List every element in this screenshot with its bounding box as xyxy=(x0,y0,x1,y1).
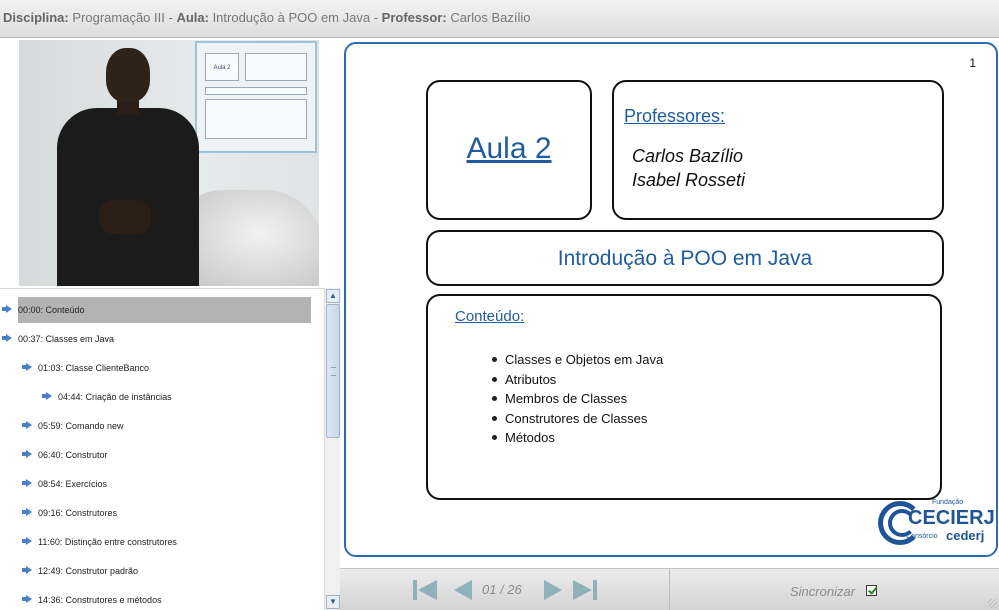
chapter-item[interactable]: 01:03: Classe ClienteBanco xyxy=(22,355,150,381)
conteudo-label: Conteúdo: xyxy=(455,308,525,325)
last-slide-icon[interactable] xyxy=(572,579,598,601)
logo-consorcio-text: Consórcio xyxy=(906,533,938,540)
projected-box xyxy=(205,99,307,139)
aula-value: Introdução à POO em Java xyxy=(212,10,371,25)
video-presenter-hands xyxy=(99,200,151,234)
chapter-list: 00:00: Conteúdo 00:37: Classes em Java 0… xyxy=(0,288,340,610)
chapter-item[interactable]: 00:00: Conteúdo xyxy=(2,297,311,323)
header-separator: - xyxy=(370,10,382,25)
projected-box xyxy=(245,53,307,81)
chapter-item[interactable]: 12:49: Construtor padrão xyxy=(22,558,139,584)
disciplina-label: Disciplina: xyxy=(3,10,69,25)
scrollbar-thumb[interactable] xyxy=(326,304,340,438)
chapter-item[interactable]: 05:59: Comando new xyxy=(22,413,124,439)
arrow-right-icon xyxy=(22,566,32,574)
arrow-right-icon xyxy=(22,450,32,458)
arrow-right-icon xyxy=(22,421,32,429)
professores-box: Professores: Carlos Bazílio Isabel Rosse… xyxy=(612,80,944,220)
arrow-right-icon xyxy=(22,363,32,371)
professor-value: Carlos Bazílio xyxy=(450,10,531,25)
conteudo-item: Métodos xyxy=(492,428,663,448)
chapter-item[interactable]: 08:54: Exercícios xyxy=(22,471,108,497)
video-presenter-body xyxy=(57,108,199,286)
chapter-label: 09:16: Construtores xyxy=(38,508,118,518)
slide-controls: 01 / 26 Sincronizar xyxy=(340,568,999,610)
scroll-down-arrow-icon[interactable]: ▼ xyxy=(326,595,340,609)
video-presenter-head xyxy=(106,48,150,102)
scroll-up-arrow-icon[interactable]: ▲ xyxy=(326,289,340,303)
aula-title: Aula 2 xyxy=(466,132,552,165)
slide-viewer: 1 Aula 2 Professores: Carlos Bazílio Isa… xyxy=(340,38,999,568)
conteudo-item: Classes e Objetos em Java xyxy=(492,350,663,370)
controls-divider xyxy=(669,569,670,610)
projected-aula-box: Aula 2 xyxy=(205,53,239,81)
chapter-item[interactable]: 04:44: Criação de instâncias xyxy=(42,384,172,410)
conteudo-list: Classes e Objetos em Java Atributos Memb… xyxy=(492,350,663,448)
aula-box: Aula 2 xyxy=(426,80,592,220)
sync-label: Sincronizar xyxy=(790,584,856,599)
chapter-label: 00:00: Conteúdo xyxy=(18,305,85,315)
arrow-right-icon xyxy=(22,508,32,516)
video-player[interactable]: Aula 2 xyxy=(19,40,319,286)
professores-label: Professores: xyxy=(624,106,726,126)
bullet-icon xyxy=(492,396,497,402)
bullet-icon xyxy=(492,376,497,382)
bullet-icon xyxy=(492,415,497,421)
intro-box: Introdução à POO em Java xyxy=(426,230,944,286)
aula-label: Aula: xyxy=(176,10,209,25)
chapter-item[interactable]: 06:40: Construtor xyxy=(22,442,108,468)
arrow-right-icon xyxy=(22,595,32,603)
arrow-right-icon xyxy=(2,305,12,313)
bullet-icon xyxy=(492,357,497,363)
chapter-label: 00:37: Classes em Java xyxy=(18,334,115,344)
cecierj-logo: Fundação CECIERJ Consórcio cederj xyxy=(876,497,995,549)
slide: 1 Aula 2 Professores: Carlos Bazílio Isa… xyxy=(344,42,998,557)
chapter-label: 01:03: Classe ClienteBanco xyxy=(38,363,150,373)
next-slide-icon[interactable] xyxy=(540,579,566,601)
first-slide-icon[interactable] xyxy=(412,579,438,601)
conteudo-box: Conteúdo: Classes e Objetos em Java Atri… xyxy=(426,294,942,500)
chapter-item[interactable]: 00:37: Classes em Java xyxy=(2,326,115,352)
arrow-right-icon xyxy=(2,334,12,342)
professor-name: Carlos Bazílio xyxy=(632,146,744,166)
professor-label: Professor: xyxy=(381,10,447,25)
resize-grip-icon[interactable] xyxy=(988,599,997,608)
chapter-list-scrollbar[interactable]: ▲ ▼ xyxy=(324,288,340,610)
chapter-item[interactable]: 11:60: Distinção entre construtores xyxy=(22,529,177,555)
conteudo-item: Construtores de Classes xyxy=(492,409,663,429)
video-projection-screen: Aula 2 xyxy=(195,41,317,153)
chapter-label: 08:54: Exercícios xyxy=(38,479,108,489)
bullet-icon xyxy=(492,435,497,441)
header-separator: - xyxy=(164,10,177,25)
arrow-right-icon xyxy=(22,537,32,545)
slide-page-number: 1 xyxy=(969,56,976,70)
conteudo-item: Membros de Classes xyxy=(492,389,663,409)
conteudo-item: Atributos xyxy=(492,370,663,390)
previous-slide-icon[interactable] xyxy=(450,579,476,601)
arrow-right-icon xyxy=(22,479,32,487)
chapter-label: 06:40: Construtor xyxy=(38,450,108,460)
professor-name: Isabel Rosseti xyxy=(632,170,746,190)
slide-counter: 01 / 26 xyxy=(482,582,522,597)
logo-cederj-text: cederj xyxy=(946,528,985,543)
intro-title: Introdução à POO em Java xyxy=(557,247,813,270)
chapter-item[interactable]: 14:36: Construtores e métodos xyxy=(22,587,162,610)
header-bar: Disciplina: Programação III - Aula: Intr… xyxy=(0,0,999,38)
chapter-label: 14:36: Construtores e métodos xyxy=(38,595,162,605)
chapter-label: 05:59: Comando new xyxy=(38,421,124,431)
logo-name-text: CECIERJ xyxy=(908,507,995,529)
sync-checkbox[interactable] xyxy=(866,585,877,596)
projected-box xyxy=(205,87,307,95)
logo-fundacao-text: Fundação xyxy=(932,499,964,506)
chapter-label: 04:44: Criação de instâncias xyxy=(58,392,172,402)
chapter-item[interactable]: 09:16: Construtores xyxy=(22,500,118,526)
arrow-right-icon xyxy=(42,392,52,400)
chapter-label: 12:49: Construtor padrão xyxy=(38,566,139,576)
chapter-label: 11:60: Distinção entre construtores xyxy=(38,537,177,547)
disciplina-value: Programação III xyxy=(72,10,165,25)
